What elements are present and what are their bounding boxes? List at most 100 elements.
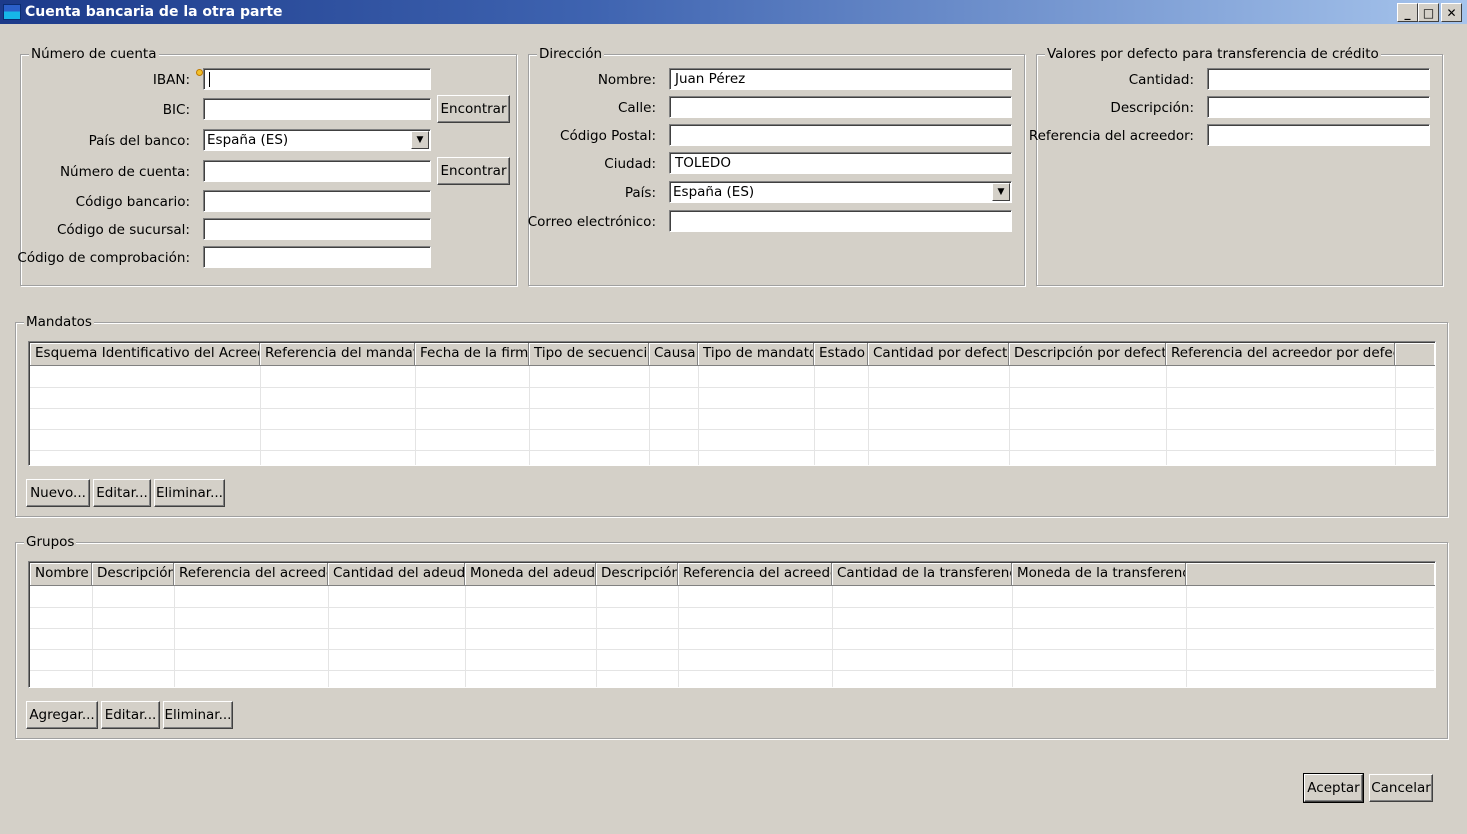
- email-input[interactable]: [669, 210, 1012, 232]
- table-row[interactable]: [30, 607, 1434, 608]
- creditor-reference-input[interactable]: [1207, 124, 1430, 146]
- description-label: Descripción:: [1110, 100, 1194, 116]
- table-grid-line: [868, 366, 869, 465]
- table-row[interactable]: [30, 628, 1434, 629]
- table-row[interactable]: [30, 670, 1434, 671]
- branch-code-label: Código de sucursal:: [56, 222, 190, 238]
- table-row[interactable]: [30, 649, 1434, 650]
- text-cursor: [209, 71, 210, 87]
- groups-col-header[interactable]: Moneda de la transferencia: [1012, 563, 1186, 586]
- minimize-icon: _: [1404, 5, 1411, 20]
- mandates-col-header[interactable]: Causa: [649, 343, 698, 366]
- groups-col-header[interactable]: Cantidad del adeudo: [328, 563, 465, 586]
- check-code-label: Código de comprobación:: [17, 250, 190, 266]
- mandates-col-header[interactable]: Tipo de mandato: [698, 343, 814, 366]
- table-row[interactable]: [30, 450, 1434, 451]
- city-input[interactable]: TOLEDO: [669, 152, 1012, 174]
- table-grid-line: [1166, 366, 1167, 465]
- delete-mandate-button[interactable]: Eliminar...: [154, 479, 225, 507]
- app-window-icon: [3, 4, 21, 20]
- creditor-reference-label: Referencia del acreedor:: [1028, 128, 1194, 144]
- delete-group-button[interactable]: Eliminar...: [163, 701, 233, 729]
- mandates-col-header-filler: [1395, 343, 1435, 366]
- check-code-input[interactable]: [203, 246, 431, 268]
- table-grid-line: [698, 366, 699, 465]
- mandates-col-header[interactable]: Tipo de secuencia: [529, 343, 649, 366]
- edit-group-button[interactable]: Editar...: [101, 701, 160, 729]
- mandates-col-header[interactable]: Esquema Identificativo del Acreedor: [30, 343, 260, 366]
- table-grid-line: [1395, 366, 1396, 465]
- amount-input[interactable]: [1207, 68, 1430, 90]
- groups-col-header[interactable]: Descripción: [92, 563, 174, 586]
- postal-code-label: Código Postal:: [560, 128, 656, 144]
- groups-col-header-filler: [1186, 563, 1435, 586]
- email-label: Correo electrónico:: [527, 214, 656, 230]
- groups-col-header[interactable]: Descripción: [596, 563, 678, 586]
- mandates-table[interactable]: Esquema Identificativo del Acreedor Refe…: [28, 341, 1436, 466]
- maximize-button[interactable]: □: [1418, 3, 1439, 22]
- find-account-button[interactable]: Encontrar: [437, 157, 510, 185]
- postal-code-input[interactable]: [669, 124, 1012, 146]
- table-grid-line: [174, 586, 175, 687]
- table-grid-line: [832, 586, 833, 687]
- mandates-col-header[interactable]: Cantidad por defecto: [868, 343, 1009, 366]
- table-grid-line: [649, 366, 650, 465]
- groups-col-header[interactable]: Cantidad de la transferencia: [832, 563, 1012, 586]
- groups-col-header[interactable]: Referencia del acreedor: [174, 563, 328, 586]
- iban-input[interactable]: [203, 68, 431, 90]
- groups-table[interactable]: Nombre Descripción Referencia del acreed…: [28, 561, 1436, 688]
- edit-mandate-button[interactable]: Editar...: [93, 479, 151, 507]
- table-row[interactable]: [30, 429, 1434, 430]
- mandates-legend: Mandatos: [24, 314, 94, 330]
- branch-code-input[interactable]: [203, 218, 431, 240]
- country-label: País:: [624, 185, 656, 201]
- maximize-icon: □: [1422, 5, 1435, 20]
- table-grid-line: [415, 366, 416, 465]
- mandates-table-header: Esquema Identificativo del Acreedor Refe…: [30, 343, 1435, 366]
- mandates-col-header[interactable]: Referencia del mandato: [260, 343, 415, 366]
- mandates-col-header[interactable]: Descripción por defecto: [1009, 343, 1166, 366]
- description-input[interactable]: [1207, 96, 1430, 118]
- chevron-down-icon[interactable]: ▼: [992, 183, 1010, 201]
- groups-table-header: Nombre Descripción Referencia del acreed…: [30, 563, 1435, 586]
- name-label: Nombre:: [597, 72, 656, 88]
- new-mandate-button[interactable]: Nuevo...: [26, 479, 90, 507]
- mandates-col-header[interactable]: Fecha de la firma: [415, 343, 529, 366]
- cancel-button[interactable]: Cancelar: [1369, 774, 1433, 802]
- name-input[interactable]: Juan Pérez: [669, 68, 1012, 90]
- account-number-legend: Número de cuenta: [29, 46, 159, 62]
- table-grid-line: [596, 586, 597, 687]
- accept-button[interactable]: Aceptar: [1303, 773, 1364, 803]
- account-number-label: Número de cuenta:: [59, 164, 190, 180]
- table-grid-line: [328, 586, 329, 687]
- groups-col-header[interactable]: Nombre: [30, 563, 92, 586]
- table-grid-line: [1186, 586, 1187, 687]
- street-input[interactable]: [669, 96, 1012, 118]
- table-row[interactable]: [30, 408, 1434, 409]
- table-grid-line: [92, 586, 93, 687]
- find-bic-button[interactable]: Encontrar: [437, 95, 510, 123]
- mandates-col-header[interactable]: Referencia del acreedor por defecto: [1166, 343, 1395, 366]
- minimize-button[interactable]: _: [1397, 3, 1418, 22]
- account-number-input[interactable]: [203, 160, 431, 182]
- bank-code-input[interactable]: [203, 190, 431, 212]
- close-button[interactable]: ✕: [1441, 3, 1462, 22]
- mandates-col-header[interactable]: Estado: [814, 343, 868, 366]
- bic-label: BIC:: [162, 102, 190, 118]
- city-label: Ciudad:: [604, 156, 656, 172]
- country-select[interactable]: España (ES) ▼: [669, 181, 1012, 203]
- groups-legend: Grupos: [24, 534, 77, 550]
- title-bar[interactable]: Cuenta bancaria de la otra parte _ □ ✕: [0, 0, 1467, 24]
- bank-code-label: Código bancario:: [75, 194, 190, 210]
- chevron-down-icon[interactable]: ▼: [411, 131, 429, 149]
- table-grid-line: [529, 366, 530, 465]
- window-title: Cuenta bancaria de la otra parte: [25, 4, 283, 20]
- add-group-button[interactable]: Agregar...: [26, 701, 98, 729]
- bank-country-select[interactable]: España (ES) ▼: [203, 129, 431, 151]
- bic-input[interactable]: [203, 98, 431, 120]
- groups-col-header[interactable]: Referencia del acreedor: [678, 563, 832, 586]
- table-row[interactable]: [30, 387, 1434, 388]
- table-grid-line: [1012, 586, 1013, 687]
- table-grid-line: [1009, 366, 1010, 465]
- groups-col-header[interactable]: Moneda del adeudo: [465, 563, 596, 586]
